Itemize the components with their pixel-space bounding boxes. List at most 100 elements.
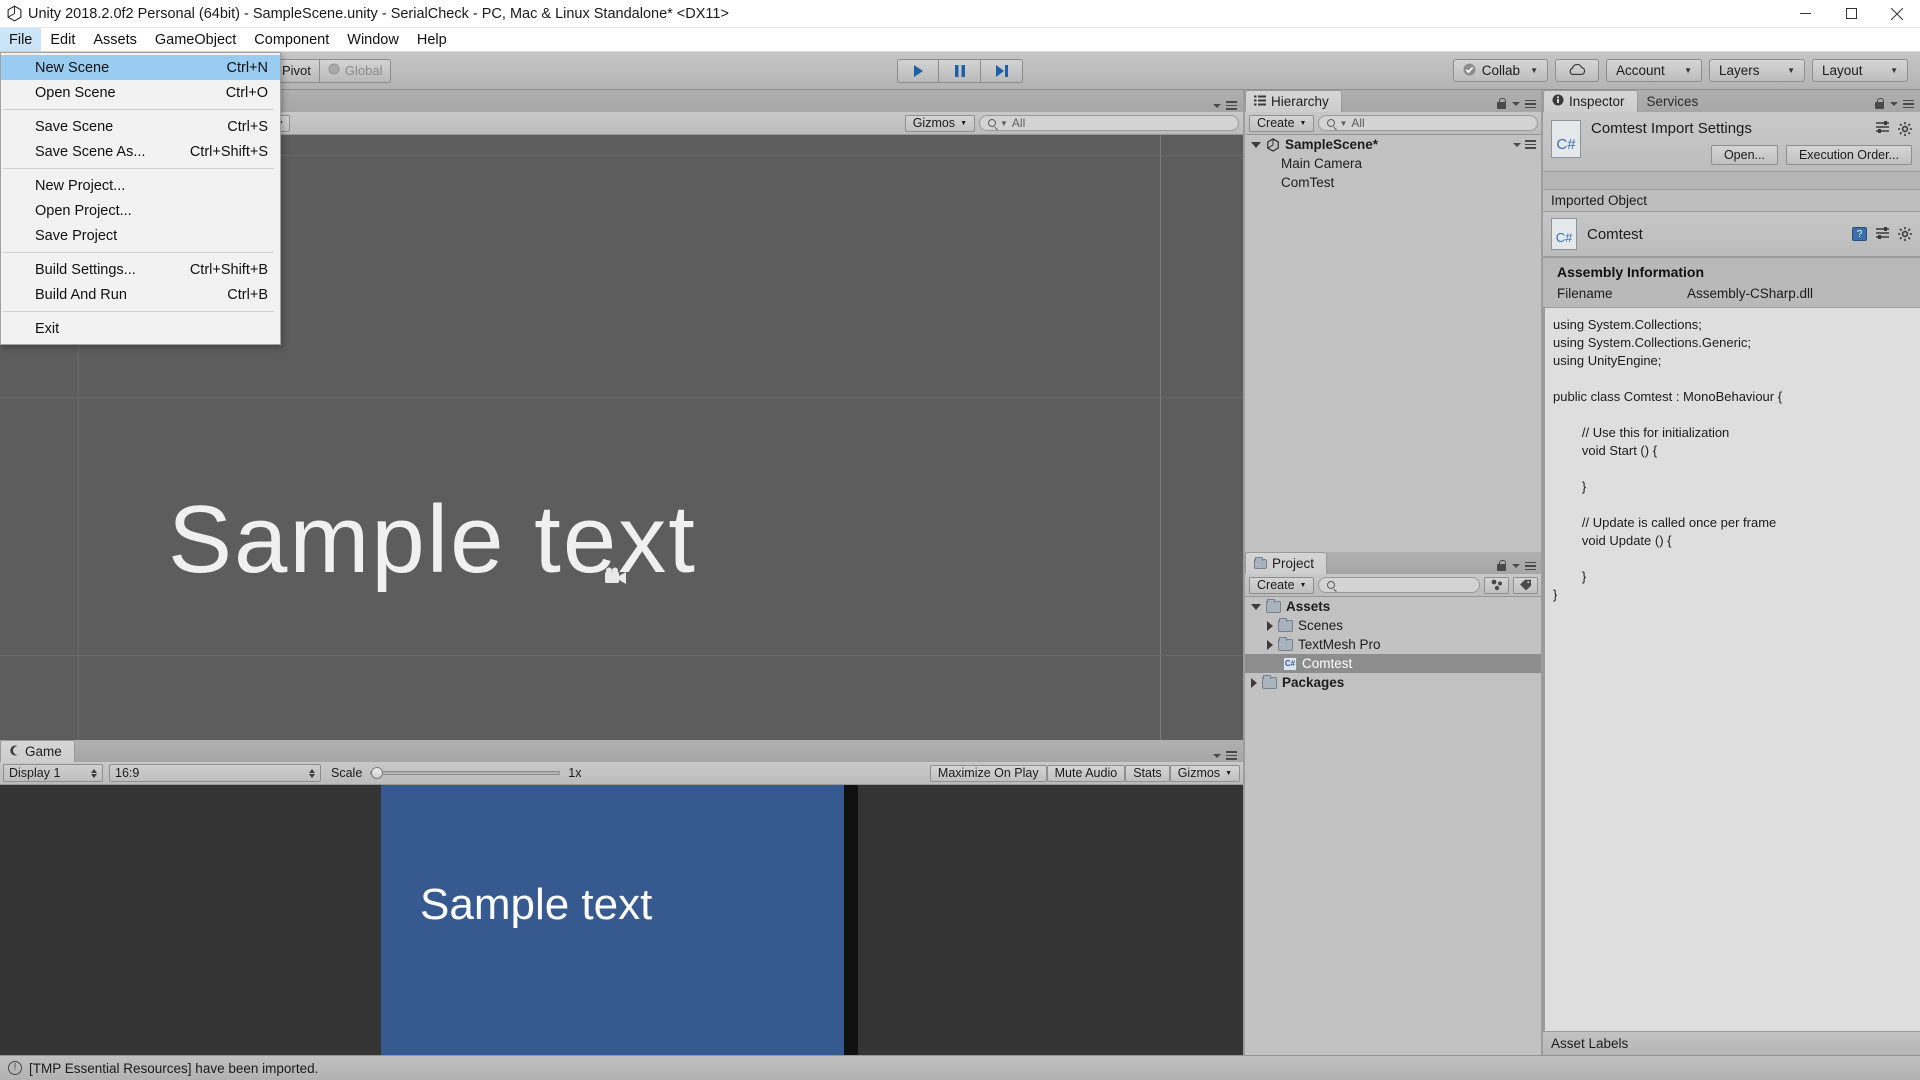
menu-component[interactable]: Component: [245, 28, 338, 51]
project-filter-type-button[interactable]: [1484, 576, 1509, 594]
project-row-scenes[interactable]: Scenes: [1245, 616, 1542, 635]
menu-item-save-scene-as[interactable]: Save Scene As... Ctrl+Shift+S: [1, 139, 280, 164]
menu-item-open-scene[interactable]: Open Scene Ctrl+O: [1, 80, 280, 105]
game-gizmos-button[interactable]: Gizmos ▼: [1169, 764, 1240, 782]
hierarchy-row-comtest[interactable]: ComTest: [1245, 173, 1542, 192]
menu-help[interactable]: Help: [408, 28, 456, 51]
menu-item-new-project[interactable]: New Project...: [1, 173, 280, 198]
pause-button[interactable]: [939, 58, 981, 83]
search-icon: [1327, 119, 1336, 127]
menu-item-save-project[interactable]: Save Project: [1, 223, 280, 248]
inspector-tabstrip: Inspector Services: [1543, 90, 1920, 112]
game-viewport[interactable]: Sample text: [0, 785, 1243, 1055]
imported-object-row[interactable]: C# Comtest ?: [1543, 212, 1920, 258]
scale-slider[interactable]: [370, 767, 561, 779]
project-tab-tools[interactable]: [1496, 560, 1542, 574]
project-row-comtest[interactable]: C# Comtest: [1245, 654, 1542, 673]
stats-button[interactable]: Stats: [1125, 764, 1170, 782]
scale-slider-group[interactable]: Scale 1x: [331, 766, 581, 780]
scene-search-input[interactable]: ▼ All: [979, 115, 1239, 131]
account-button[interactable]: Account ▼: [1606, 59, 1702, 82]
global-toggle-button[interactable]: Global: [319, 58, 392, 83]
project-row-textmesh-pro[interactable]: TextMesh Pro: [1245, 635, 1542, 654]
play-button[interactable]: [897, 58, 939, 83]
project-row-packages[interactable]: Packages: [1245, 673, 1542, 692]
triangle-down-icon[interactable]: [1251, 141, 1261, 148]
panel-menu-icon[interactable]: [1525, 561, 1536, 571]
tab-services-label: Services: [1646, 94, 1699, 109]
close-button[interactable]: [1874, 0, 1920, 28]
menu-item-build-and-run[interactable]: Build And Run Ctrl+B: [1, 282, 280, 307]
lock-icon[interactable]: [1496, 560, 1507, 572]
asset-labels-footer[interactable]: Asset Labels: [1543, 1031, 1920, 1055]
layout-button[interactable]: Layout ▼: [1812, 59, 1908, 82]
gear-icon[interactable]: [1898, 121, 1912, 136]
layers-button[interactable]: Layers ▼: [1709, 59, 1805, 82]
menu-item-label: Build Settings...: [35, 261, 136, 278]
assembly-information-title: Assembly Information: [1557, 264, 1705, 280]
hierarchy-create-button[interactable]: Create ▼: [1249, 114, 1315, 132]
menu-item-label: Build And Run: [35, 286, 127, 303]
tab-project[interactable]: Project: [1245, 552, 1328, 574]
execution-order-button[interactable]: Execution Order...: [1785, 145, 1912, 165]
status-bar[interactable]: ! [TMP Essential Resources] have been im…: [0, 1055, 1920, 1080]
mute-audio-button[interactable]: Mute Audio: [1046, 764, 1126, 782]
tab-hierarchy[interactable]: Hierarchy: [1245, 90, 1342, 112]
open-button[interactable]: Open...: [1710, 145, 1778, 165]
chevron-down-icon: [1512, 102, 1520, 106]
project-filter-label-button[interactable]: [1513, 576, 1538, 594]
step-button[interactable]: [981, 58, 1023, 83]
hierarchy-tab-tools[interactable]: [1496, 98, 1542, 112]
scene-menu-icon[interactable]: [1525, 140, 1536, 149]
scene-gizmos-button[interactable]: Gizmos ▼: [904, 114, 975, 132]
help-icon[interactable]: ?: [1852, 227, 1867, 241]
display-select[interactable]: Display 1: [3, 764, 103, 782]
aspect-select[interactable]: 16:9: [109, 764, 321, 782]
menu-window[interactable]: Window: [338, 28, 408, 51]
scale-slider-knob[interactable]: [371, 767, 384, 779]
preset-icon[interactable]: [1875, 120, 1890, 137]
triangle-down-icon[interactable]: [1251, 603, 1261, 610]
menu-item-new-scene[interactable]: New Scene Ctrl+N: [1, 55, 280, 80]
tab-services[interactable]: Services: [1638, 90, 1712, 112]
lock-icon[interactable]: [1874, 98, 1885, 110]
triangle-right-icon[interactable]: [1267, 639, 1273, 650]
cloud-button[interactable]: [1555, 59, 1599, 82]
triangle-right-icon[interactable]: [1267, 620, 1273, 631]
lock-icon[interactable]: [1496, 98, 1507, 110]
gear-icon[interactable]: [1898, 227, 1912, 241]
hierarchy-row-main-camera[interactable]: Main Camera: [1245, 154, 1542, 173]
menu-item-exit[interactable]: Exit: [1, 316, 280, 341]
collab-button[interactable]: Collab ▼: [1452, 59, 1548, 82]
minimize-button[interactable]: [1782, 0, 1828, 28]
menu-item-build-settings[interactable]: Build Settings... Ctrl+Shift+B: [1, 257, 280, 282]
triangle-right-icon[interactable]: [1251, 677, 1257, 688]
maximize-button[interactable]: [1828, 0, 1874, 28]
menu-gameobject[interactable]: GameObject: [146, 28, 245, 51]
panel-menu-icon[interactable]: [1226, 101, 1237, 110]
project-row-assets[interactable]: Assets: [1245, 597, 1542, 616]
panel-menu-icon[interactable]: [1525, 99, 1536, 109]
panel-menu-icon[interactable]: [1226, 751, 1237, 760]
hierarchy-search-input[interactable]: ▼ All: [1318, 115, 1538, 131]
menu-edit[interactable]: Edit: [41, 28, 84, 51]
warning-icon: !: [8, 1061, 22, 1075]
file-menu-dropdown[interactable]: New Scene Ctrl+N Open Scene Ctrl+O Save …: [0, 52, 281, 345]
inspector-tab-tools[interactable]: [1874, 98, 1920, 112]
hierarchy-row-samplescene[interactable]: SampleScene*: [1245, 135, 1542, 154]
menu-item-open-project[interactable]: Open Project...: [1, 198, 280, 223]
project-create-button[interactable]: Create ▼: [1249, 576, 1315, 594]
preset-icon[interactable]: [1875, 226, 1890, 243]
maximize-on-play-button[interactable]: Maximize On Play: [929, 764, 1047, 782]
project-search-input[interactable]: [1318, 577, 1480, 593]
menu-file[interactable]: File: [0, 28, 42, 51]
splitter-vertical-right[interactable]: [1541, 90, 1543, 1055]
splitter-vertical-left[interactable]: [1243, 90, 1245, 1055]
scene-tab-tools[interactable]: [1213, 101, 1243, 112]
tab-game[interactable]: Game: [0, 740, 75, 762]
menu-item-save-scene[interactable]: Save Scene Ctrl+S: [1, 114, 280, 139]
menu-assets[interactable]: Assets: [84, 28, 146, 51]
panel-menu-icon[interactable]: [1903, 99, 1914, 109]
game-tab-tools[interactable]: [1213, 751, 1243, 762]
tab-inspector[interactable]: Inspector: [1543, 90, 1638, 112]
